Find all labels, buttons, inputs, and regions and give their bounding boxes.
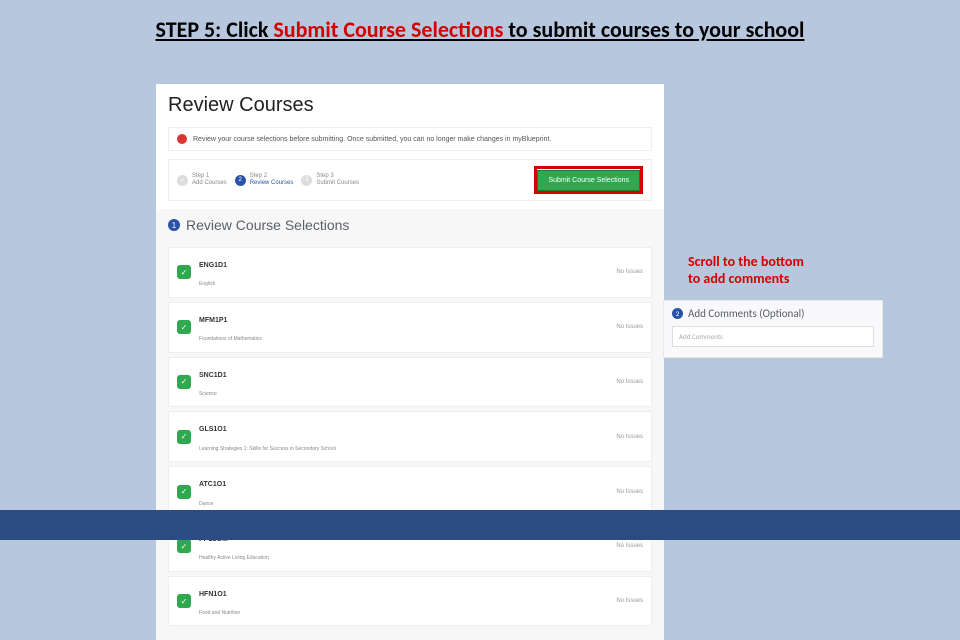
comments-number-badge: 2 <box>672 308 683 319</box>
check-icon: ✓ <box>177 539 191 553</box>
comments-input[interactable]: Add Comments <box>672 326 874 347</box>
check-icon: ✓ <box>177 265 191 279</box>
warning-icon <box>177 134 187 144</box>
course-name: Food and Nutrition <box>199 610 240 616</box>
app-screenshot: Review Courses Review your course select… <box>156 84 664 640</box>
course-status: No Issues <box>616 324 643 330</box>
step-3-label: Submit Courses <box>316 180 359 187</box>
course-row: ✓ HFN1O1 Food and Nutrition No Issues <box>168 576 652 627</box>
slide-title: STEP 5: Click Submit Course Selections t… <box>0 0 960 44</box>
warning-text: Review your course selections before sub… <box>193 136 551 143</box>
comments-panel: 2 Add Comments (Optional) Add Comments <box>663 300 883 358</box>
step-3-icon: 3 <box>301 175 312 186</box>
check-icon: ✓ <box>177 375 191 389</box>
course-code: MFM1P1 <box>199 317 227 324</box>
check-icon: ✓ <box>177 594 191 608</box>
section-number-badge: 1 <box>168 219 180 231</box>
step-2-label: Review Courses <box>250 180 294 187</box>
course-status: No Issues <box>616 434 643 440</box>
course-row: ✓ MFM1P1 Foundations of Mathematics No I… <box>168 302 652 353</box>
course-code: ENG1D1 <box>199 262 227 269</box>
submit-course-selections-button[interactable]: Submit Course Selections <box>537 170 640 191</box>
section-header: 1 Review Course Selections <box>156 209 664 241</box>
course-status: No Issues <box>616 269 643 275</box>
course-name: Foundations of Mathematics <box>199 336 262 342</box>
slide-title-emphasis: Submit Course Selections <box>273 16 503 43</box>
course-status: No Issues <box>616 489 643 495</box>
check-icon: ✓ <box>177 320 191 334</box>
course-code: HFN1O1 <box>199 591 227 598</box>
course-row: ✓ SNC1D1 Science No Issues <box>168 357 652 408</box>
course-row: ✓ GLS1O1 Learning Strategies 1: Skills f… <box>168 411 652 462</box>
annotation-line-1: Scroll to the bottom <box>688 253 804 270</box>
section-title: Review Course Selections <box>186 217 349 233</box>
course-status: No Issues <box>616 379 643 385</box>
check-icon: ✓ <box>177 430 191 444</box>
course-status: No Issues <box>616 543 643 549</box>
course-name: English <box>199 281 215 287</box>
comments-header: 2 Add Comments (Optional) <box>672 307 874 320</box>
step-3-num: Step 3 <box>316 173 359 180</box>
comments-title: Add Comments (Optional) <box>688 307 804 320</box>
step-2: 2 Step 2 Review Courses <box>235 173 294 186</box>
course-name: Healthy Active Living Education <box>199 555 269 561</box>
step-2-num: Step 2 <box>250 173 294 180</box>
comments-placeholder-text: Add Comments <box>679 332 723 341</box>
submit-highlight-box: Submit Course Selections <box>534 166 643 194</box>
step-3: 3 Step 3 Submit Courses <box>301 173 359 186</box>
slide-title-post: to submit courses to your school <box>503 16 804 43</box>
course-row: ✓ ENG1D1 English No Issues <box>168 247 652 298</box>
slide-footer-bar <box>0 510 960 540</box>
check-icon: ✓ <box>177 485 191 499</box>
step-1-num: Step 1 <box>192 173 227 180</box>
step-1-icon <box>177 175 188 186</box>
app-header: Review Courses <box>156 84 664 123</box>
course-name: Science <box>199 391 217 397</box>
course-name: Dance <box>199 501 213 507</box>
course-code: ATC1O1 <box>199 481 226 488</box>
step-1: Step 1 Add Courses <box>177 173 227 186</box>
step-1-label: Add Courses <box>192 180 227 187</box>
course-list: ✓ ENG1D1 English No Issues ✓ MFM1P1 Foun… <box>156 241 664 640</box>
slide-title-pre: STEP 5: Click <box>156 16 274 43</box>
course-code: SNC1D1 <box>199 372 227 379</box>
annotation-scroll-hint: Scroll to the bottom to add comments <box>688 254 848 288</box>
page-title: Review Courses <box>168 94 652 117</box>
steps-bar: Step 1 Add Courses 2 Step 2 Review Cours… <box>168 159 652 201</box>
warning-bar: Review your course selections before sub… <box>168 127 652 151</box>
course-code: GLS1O1 <box>199 426 227 433</box>
course-status: No Issues <box>616 598 643 604</box>
annotation-line-2: to add comments <box>688 270 789 287</box>
step-2-icon: 2 <box>235 175 246 186</box>
course-name: Learning Strategies 1: Skills for Succes… <box>199 446 336 452</box>
